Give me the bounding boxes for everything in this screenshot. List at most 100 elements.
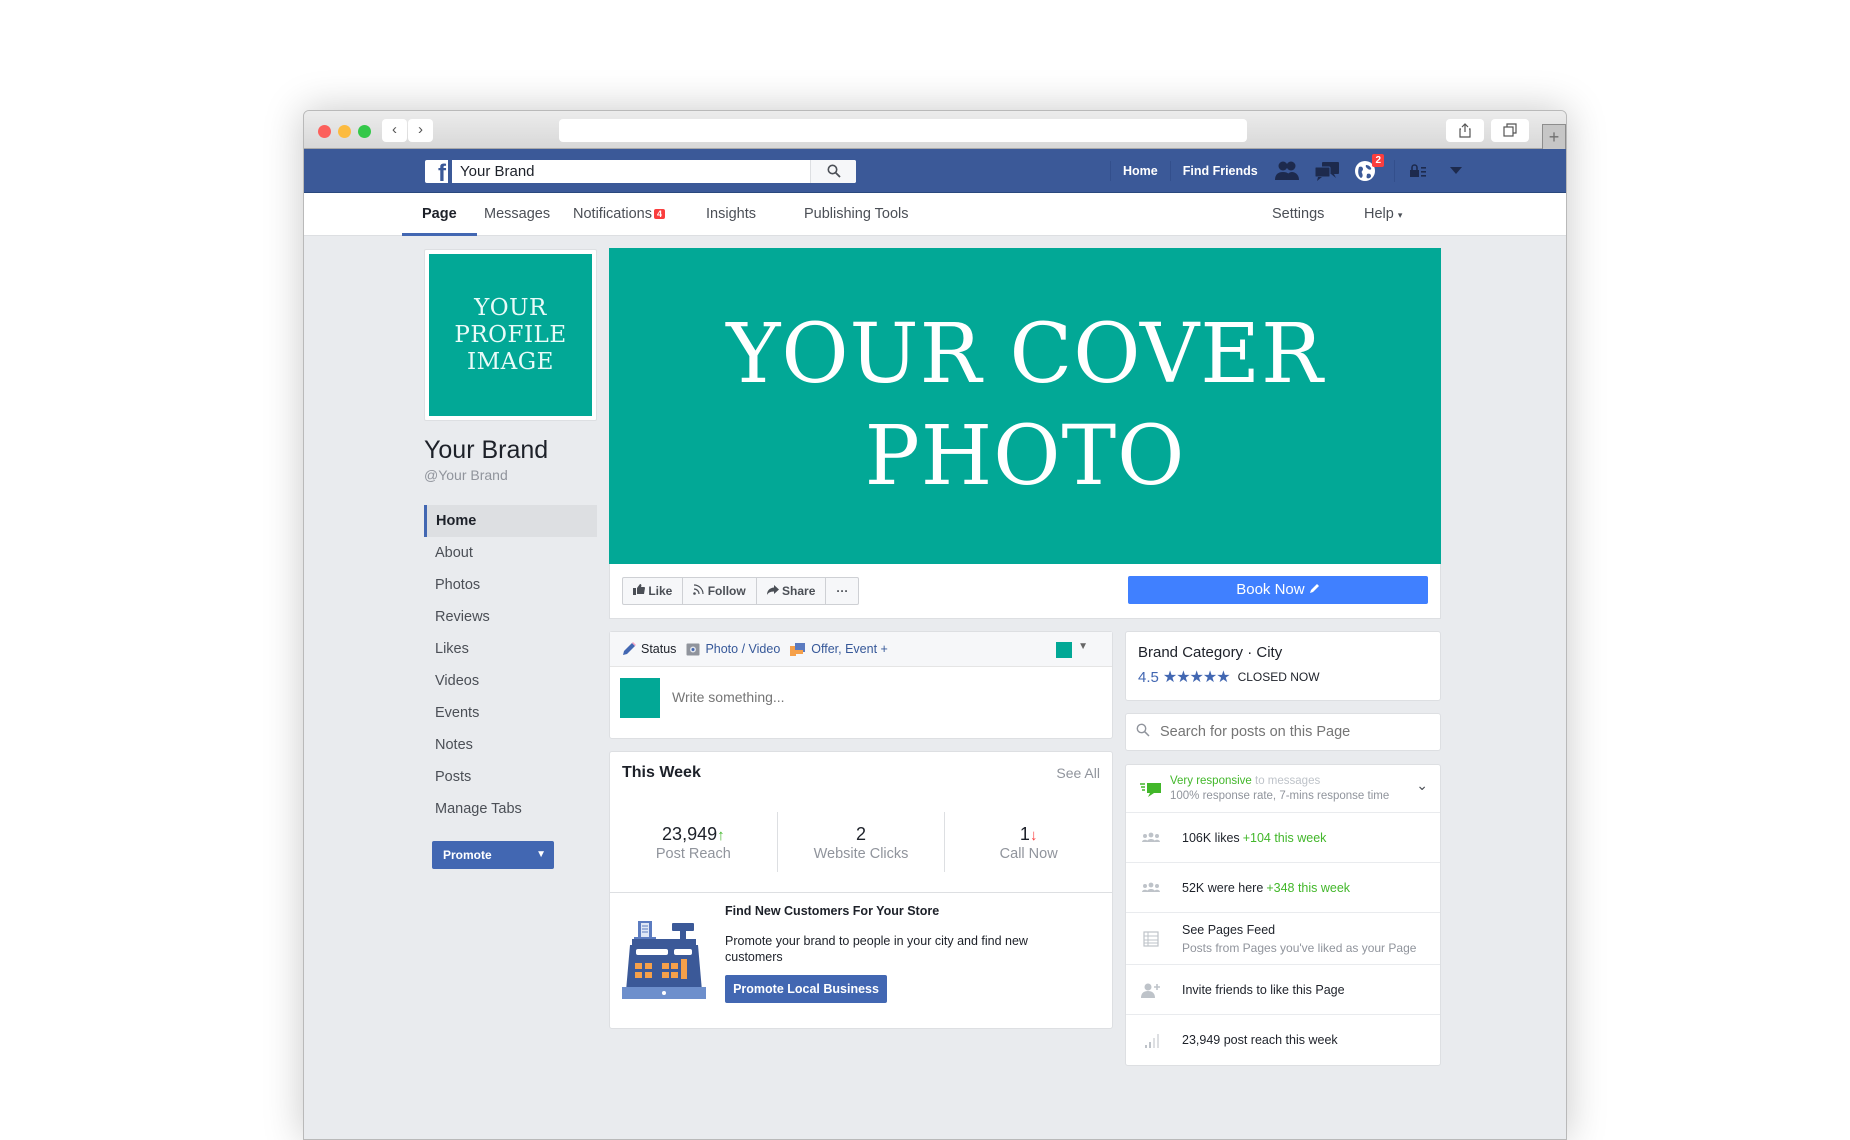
- sidebar-item-manage-tabs[interactable]: Manage Tabs: [424, 793, 597, 825]
- facebook-logo[interactable]: f: [425, 160, 448, 183]
- follow-label: Follow: [707, 584, 746, 598]
- this-week-title: This Week: [622, 764, 701, 781]
- offer-icon: [790, 642, 806, 656]
- composer-tab-photo-video-label: Photo / Video: [705, 642, 781, 656]
- post-as-avatar-selector[interactable]: [1056, 642, 1072, 658]
- lock-icon: [1410, 164, 1426, 177]
- sidebar-item-likes[interactable]: Likes: [424, 633, 597, 665]
- profile-image-placeholder: YOUR PROFILE IMAGE: [429, 254, 592, 416]
- responsive-highlight: Very responsive: [1170, 775, 1252, 787]
- tab-settings[interactable]: Settings: [1252, 193, 1344, 236]
- page-info-card: Brand Category · City 4.5 ★★★★★ CLOSED N…: [1125, 631, 1441, 701]
- promote-label: Promote: [443, 848, 492, 862]
- search-input[interactable]: [460, 163, 760, 180]
- header-icons: 2: [1274, 149, 1463, 193]
- composer-tab-photo-video[interactable]: Photo / Video: [686, 642, 780, 656]
- composer-tabs: Status Photo / Video Offer, Event +: [610, 632, 1112, 667]
- stat-call-now[interactable]: 1↓ Call Now: [945, 812, 1112, 872]
- page-action-bar: Like Follow Share ··· Book Now: [609, 564, 1441, 619]
- share-page-button[interactable]: Share: [757, 578, 827, 604]
- more-options-button[interactable]: ···: [826, 578, 858, 604]
- page-name[interactable]: Your Brand: [424, 436, 597, 465]
- responsive-rest: to messages: [1251, 775, 1321, 787]
- promote-local-business-button[interactable]: Promote Local Business: [725, 975, 887, 1003]
- checkins-text: 52K were here: [1182, 880, 1264, 895]
- page-rating[interactable]: 4.5 ★★★★★ CLOSED NOW: [1138, 667, 1428, 687]
- follow-button[interactable]: Follow: [683, 578, 757, 604]
- page-category[interactable]: Brand Category · City: [1138, 644, 1428, 661]
- like-button[interactable]: Like: [623, 578, 684, 604]
- composer-tab-status[interactable]: Status: [622, 642, 676, 656]
- chevron-down-icon[interactable]: ⌄: [1416, 777, 1428, 794]
- book-now-button[interactable]: Book Now: [1128, 576, 1428, 604]
- arrow-up-icon: ↑: [717, 827, 725, 844]
- see-all-link[interactable]: See All: [1056, 765, 1100, 781]
- caret-down-icon[interactable]: ▼: [536, 841, 546, 869]
- stat-label: Post Reach: [655, 846, 731, 862]
- show-tabs-button[interactable]: [1491, 119, 1529, 142]
- share-arrow-icon: [766, 585, 779, 595]
- search-icon: [1136, 723, 1150, 737]
- account-menu-button[interactable]: [1449, 160, 1463, 182]
- close-window-button[interactable]: [318, 125, 331, 138]
- tab-help[interactable]: Help ▾: [1344, 193, 1422, 236]
- response-rate-item[interactable]: Very responsive to messages 100% respons…: [1126, 765, 1440, 813]
- stat-website-clicks[interactable]: 2 Website Clicks: [778, 812, 946, 872]
- privacy-shortcuts-button[interactable]: [1409, 160, 1435, 182]
- sidebar-item-photos[interactable]: Photos: [424, 569, 597, 601]
- notifications-button[interactable]: 2: [1354, 154, 1384, 182]
- invite-friends-item[interactable]: Invite friends to like this Page: [1126, 965, 1440, 1015]
- invite-friends-text: Invite friends to like this Page: [1182, 982, 1345, 997]
- sidebar-item-notes[interactable]: Notes: [424, 729, 597, 761]
- tab-insights[interactable]: Insights: [686, 193, 776, 236]
- new-tab-button[interactable]: +: [1542, 124, 1566, 150]
- sidebar-item-videos[interactable]: Videos: [424, 665, 597, 697]
- profile-picture[interactable]: YOUR PROFILE IMAGE: [424, 249, 597, 421]
- likes-item[interactable]: 106K likes +104 this week: [1126, 813, 1440, 863]
- like-label: Like: [648, 584, 673, 598]
- post-reach-item[interactable]: 23,949 post reach this week: [1126, 1015, 1440, 1065]
- page-search-input[interactable]: [1160, 724, 1420, 740]
- forward-button[interactable]: ›: [408, 119, 433, 142]
- weekly-stats: 23,949↑ Post Reach 2 Website Clicks 1↓ C…: [610, 812, 1112, 872]
- sidebar-item-events[interactable]: Events: [424, 697, 597, 729]
- tab-publishing-tools[interactable]: Publishing Tools: [784, 193, 929, 236]
- promo-title: Find New Customers For Your Store: [725, 904, 940, 918]
- composer-tab-offer-event[interactable]: Offer, Event +: [790, 642, 888, 656]
- cash-register-icon: [622, 921, 706, 999]
- composer-tab-offer-event-label: Offer, Event +: [811, 642, 888, 656]
- promote-button[interactable]: Promote ▼: [432, 841, 554, 869]
- stat-label: Call Now: [999, 846, 1058, 862]
- caret-down-icon: [1450, 167, 1462, 174]
- maximize-window-button[interactable]: [358, 125, 371, 138]
- checkins-item[interactable]: 52K were here +348 this week: [1126, 863, 1440, 913]
- share-button[interactable]: [1446, 119, 1484, 142]
- stat-post-reach[interactable]: 23,949↑ Post Reach: [610, 812, 778, 872]
- sidebar-item-reviews[interactable]: Reviews: [424, 601, 597, 633]
- caret-down-icon[interactable]: ▼: [1078, 641, 1088, 652]
- thumbs-up-icon: [633, 584, 645, 595]
- sidebar-item-posts[interactable]: Posts: [424, 761, 597, 793]
- page-sidebar-nav: Home About Photos Reviews Likes Videos E…: [424, 505, 597, 825]
- minimize-window-button[interactable]: [338, 125, 351, 138]
- header-links: Home Find Friends: [1110, 149, 1270, 193]
- book-now-label: Book Now: [1236, 581, 1305, 598]
- post-reach-text: 23,949 post reach this week: [1182, 1033, 1338, 1047]
- home-link[interactable]: Home: [1111, 164, 1170, 178]
- promo-description: Promote your brand to people in your cit…: [725, 934, 1028, 964]
- tab-notifications[interactable]: Notifications 4: [553, 193, 685, 236]
- open-status: CLOSED NOW: [1237, 670, 1320, 684]
- pages-feed-item[interactable]: See Pages Feed Posts from Pages you've l…: [1126, 913, 1440, 965]
- page-handle[interactable]: @Your Brand: [424, 467, 597, 483]
- cover-photo[interactable]: YOUR COVER PHOTO: [609, 248, 1441, 564]
- back-button[interactable]: ‹: [382, 119, 407, 142]
- facebook-search: [452, 160, 856, 183]
- messages-button[interactable]: [1314, 160, 1340, 182]
- sidebar-item-home[interactable]: Home: [424, 505, 597, 537]
- post-input[interactable]: [672, 689, 1072, 705]
- friend-requests-button[interactable]: [1274, 160, 1300, 182]
- find-friends-link[interactable]: Find Friends: [1171, 164, 1270, 178]
- search-button[interactable]: [810, 160, 856, 183]
- sidebar-item-about[interactable]: About: [424, 537, 597, 569]
- address-bar[interactable]: [559, 119, 1247, 142]
